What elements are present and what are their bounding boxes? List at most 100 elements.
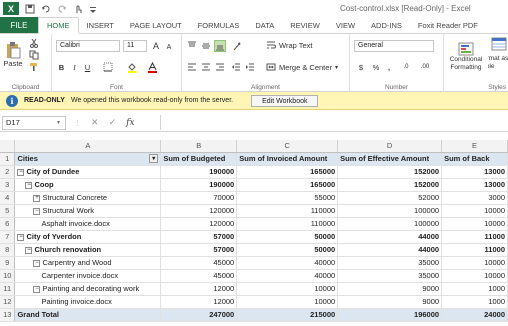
column-header-b[interactable]: B [160,140,238,153]
cell-e[interactable]: 13000 [441,178,508,192]
cell-e[interactable]: 3000 [441,191,508,205]
redo-icon[interactable] [57,4,67,14]
cell-b[interactable]: 57000 [160,230,238,244]
row-header[interactable]: 4 [0,191,16,205]
row-header[interactable]: 3 [0,178,16,192]
number-format-dropdown[interactable]: General [354,40,434,52]
collapse-icon[interactable]: − [17,168,25,176]
decrease-indent-icon[interactable] [230,61,242,73]
cell-a[interactable]: Cities ▾ [14,152,162,166]
percent-style-button[interactable]: % [370,61,382,73]
cell-a[interactable]: − Carpentry and Wood [14,256,162,270]
column-header-c[interactable]: C [236,140,339,153]
row-header[interactable]: 13 [0,308,16,322]
cell-d[interactable]: 196000 [337,308,443,322]
save-icon[interactable] [25,4,35,14]
cell-a[interactable]: − Church renovation [14,243,162,257]
comma-style-button[interactable]: , [384,61,394,73]
cell-e[interactable]: 1000 [441,282,508,296]
customize-toolbar-icon[interactable] [89,5,97,13]
touch-mode-icon[interactable] [73,4,83,14]
cell-b[interactable]: 120000 [160,204,238,218]
row-header[interactable]: 11 [0,282,16,296]
cell-a[interactable]: Asphalt invoice.docx [14,217,162,231]
collapse-icon[interactable]: − [33,285,41,293]
cell-e[interactable]: Sum of Back [441,152,508,166]
cell-d[interactable]: 35000 [337,269,443,283]
cell-e[interactable]: 13000 [441,165,508,179]
wrap-text-button[interactable]: Wrap Text [266,39,313,51]
fill-color-icon[interactable] [124,61,140,73]
cell-c[interactable]: 165000 [236,165,339,179]
italic-button[interactable]: I [69,61,80,73]
format-as-table-button[interactable]: Format as Table [488,37,508,77]
cell-a[interactable]: Carpenter invoice.docx [14,269,162,283]
cell-c[interactable]: Sum of Invoiced Amount [236,152,339,166]
cell-c[interactable]: 215000 [236,308,339,322]
row-header[interactable]: 12 [0,295,16,309]
cell-c[interactable]: 10000 [236,282,339,296]
cell-b[interactable]: 190000 [160,165,238,179]
merge-center-button[interactable]: Merge & Center ▾ [266,61,338,73]
cell-a[interactable]: − Coop [14,178,162,192]
cell-c[interactable]: 10000 [236,295,339,309]
cell-d[interactable]: 44000 [337,230,443,244]
row-header[interactable]: 2 [0,165,16,179]
align-middle-icon[interactable] [200,40,212,52]
row-header[interactable]: 5 [0,204,16,218]
cut-icon[interactable] [28,37,40,48]
row-header[interactable]: 8 [0,243,16,257]
collapse-icon[interactable]: − [25,181,33,189]
expand-icon[interactable]: + [33,194,41,202]
align-left-icon[interactable] [186,61,198,73]
cell-e[interactable]: 10000 [441,204,508,218]
cell-d[interactable]: 100000 [337,217,443,231]
tab-view[interactable]: VIEW [328,17,363,33]
cell-a[interactable]: − Structural Work [14,204,162,218]
cell-d[interactable]: 52000 [337,191,443,205]
cell-e[interactable]: 1000 [441,295,508,309]
edit-workbook-button[interactable]: Edit Workbook [251,94,319,107]
cell-a[interactable]: − Painting and decorating work [14,282,162,296]
collapse-icon[interactable]: − [33,207,41,215]
cancel-formula-icon[interactable]: ✕ [91,117,99,128]
cell-e[interactable]: 11000 [441,243,508,257]
undo-icon[interactable] [41,4,51,14]
collapse-icon[interactable]: − [33,259,41,267]
cell-d[interactable]: 35000 [337,256,443,270]
cell-c[interactable]: 110000 [236,204,339,218]
format-painter-icon[interactable] [28,61,40,72]
row-header[interactable]: 7 [0,230,16,244]
cell-a[interactable]: + Structural Concrete [14,191,162,205]
cell-b[interactable]: 120000 [160,217,238,231]
increase-indent-icon[interactable] [244,61,256,73]
confirm-formula-icon[interactable]: ✓ [109,117,117,128]
cell-d[interactable]: Sum of Effective Amount [337,152,443,166]
tab-review[interactable]: REVIEW [282,17,328,33]
tab-formulas[interactable]: FORMULAS [190,17,248,33]
cell-b[interactable]: 45000 [160,256,238,270]
paste-button[interactable]: Paste [3,37,23,71]
tab-insert[interactable]: INSERT [79,17,122,33]
cell-b[interactable]: 190000 [160,178,238,192]
align-right-icon[interactable] [214,61,226,73]
collapse-icon[interactable]: − [17,233,25,241]
cell-d[interactable]: 100000 [337,204,443,218]
underline-button[interactable]: U [82,61,93,73]
copy-icon[interactable] [28,49,40,60]
cell-c[interactable]: 110000 [236,217,339,231]
row-header[interactable]: 1 [0,152,16,166]
cell-b[interactable]: 45000 [160,269,238,283]
cell-b[interactable]: 12000 [160,295,238,309]
cell-d[interactable]: 152000 [337,178,443,192]
align-bottom-icon[interactable] [214,40,226,52]
cell-a[interactable]: Painting invoice.docx [14,295,162,309]
select-all-corner[interactable] [0,140,16,153]
align-top-icon[interactable] [186,40,198,52]
cell-c[interactable]: 40000 [236,256,339,270]
cell-c[interactable]: 55000 [236,191,339,205]
name-box-dropdown-icon[interactable]: ▾ [57,119,60,126]
filter-dropdown-icon[interactable]: ▾ [149,154,159,163]
cell-e[interactable]: 10000 [441,269,508,283]
cell-b[interactable]: 57000 [160,243,238,257]
